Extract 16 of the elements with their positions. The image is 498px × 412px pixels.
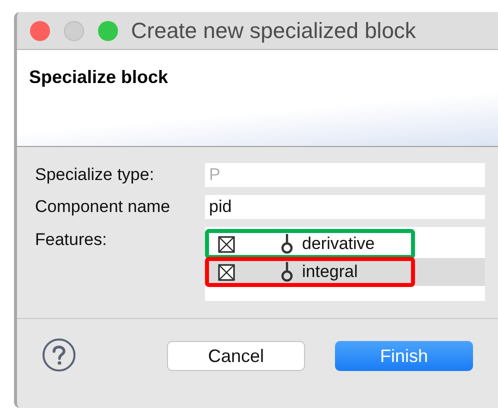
field-label: Specialize type: — [35, 164, 156, 186]
input-field[interactable]: pid — [205, 195, 485, 219]
lollipop-icon — [280, 233, 294, 255]
checkbox[interactable] — [218, 236, 235, 252]
field-label: Features: — [35, 229, 108, 251]
page-title: Specialize block — [29, 67, 168, 87]
cancel-button[interactable]: Cancel — [167, 341, 305, 371]
feature-row[interactable]: integral — [205, 258, 485, 286]
feature-label: integral — [302, 261, 358, 284]
lollipop-icon — [280, 261, 294, 283]
help-icon[interactable] — [42, 338, 76, 372]
checkbox[interactable] — [218, 264, 235, 280]
input-field[interactable]: P — [205, 163, 485, 187]
field-label: Component name — [35, 196, 172, 218]
window-title: Create new specialized block — [131, 17, 416, 45]
feature-label: derivative — [302, 233, 375, 256]
